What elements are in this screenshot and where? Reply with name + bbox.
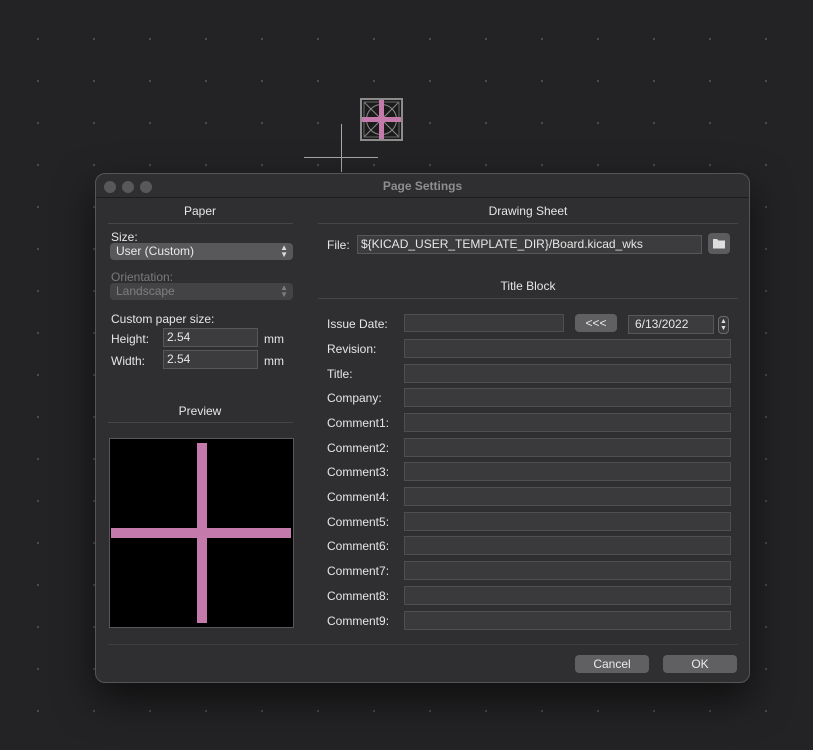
orientation-label: Orientation: [111,270,174,284]
paper-section-title: Paper [183,204,217,218]
title-block-section-title: Title Block [500,279,556,293]
issue-date-input[interactable] [404,314,564,332]
width-unit-label: mm [264,354,284,368]
height-unit-label: mm [264,332,284,346]
copy-date-button[interactable]: <<< [575,314,617,332]
paper-preview [109,438,294,628]
revision-label: Revision: [327,342,377,356]
size-label: Size: [111,230,138,244]
preview-section-title: Preview [178,404,222,418]
drawing-sheet-section-title: Drawing Sheet [488,204,568,218]
orientation-select[interactable]: Landscape ▲ ▼ [110,283,293,300]
comment1-input[interactable] [404,413,731,432]
chevron-updown-icon: ▲ ▼ [280,243,288,259]
size-select-value: User (Custom) [116,244,195,258]
size-select[interactable]: User (Custom) ▲ ▼ [110,243,293,260]
page-outline-icon [360,98,403,141]
footer-separator [108,644,738,645]
comment3-label: Comment3: [327,465,390,479]
comment7-input[interactable] [404,561,731,580]
orientation-select-value: Landscape [116,284,175,298]
comment2-input[interactable] [404,438,731,457]
folder-icon [713,239,725,249]
date-stepper[interactable]: ▲ ▼ [718,316,729,334]
comment4-label: Comment4: [327,490,390,504]
company-label: Company: [327,391,382,405]
title-bar: Page Settings [96,174,749,198]
date-picker-input[interactable]: 6/13/2022 [628,315,714,334]
crosshair-cursor-vertical [341,124,342,172]
comment2-label: Comment2: [327,441,390,455]
title-label: Title: [327,367,353,381]
comment1-label: Comment1: [327,416,390,430]
company-input[interactable] [404,388,731,407]
height-label: Height: [111,332,150,346]
comment4-input[interactable] [404,487,731,506]
comment5-label: Comment5: [327,515,390,529]
comment5-input[interactable] [404,512,731,531]
height-input[interactable]: 2.54 [163,328,258,347]
comment9-input[interactable] [404,611,731,630]
custom-paper-size-label: Custom paper size: [111,312,215,326]
preview-separator [108,422,293,423]
comment8-label: Comment8: [327,589,390,603]
comment3-input[interactable] [404,462,731,481]
width-label: Width: [111,354,146,368]
drawing-sheet-file-input[interactable]: ${KICAD_USER_TEMPLATE_DIR}/Board.kicad_w… [357,235,702,254]
title-input[interactable] [404,364,731,383]
page-settings-dialog: Page Settings Paper Size: User (Custom) … [95,173,750,683]
chevron-updown-icon: ▲ ▼ [280,283,288,299]
chevron-updown-icon: ▲ ▼ [720,318,727,332]
browse-file-button[interactable] [708,233,730,254]
width-input[interactable]: 2.54 [163,350,258,369]
preview-crosshair-graphic [111,443,291,623]
window-title: Page Settings [382,179,463,193]
comment8-input[interactable] [404,586,731,605]
drawing-sheet-separator [318,223,738,224]
file-label: File: [327,238,350,252]
cancel-button[interactable]: Cancel [575,655,649,673]
comment9-label: Comment9: [327,614,390,628]
comment7-label: Comment7: [327,564,390,578]
paper-separator [108,223,293,224]
title-block-separator [318,298,738,299]
issue-date-label: Issue Date: [327,317,388,331]
comment6-input[interactable] [404,536,731,555]
ok-button[interactable]: OK [663,655,737,673]
comment6-label: Comment6: [327,539,390,553]
revision-input[interactable] [404,339,731,358]
